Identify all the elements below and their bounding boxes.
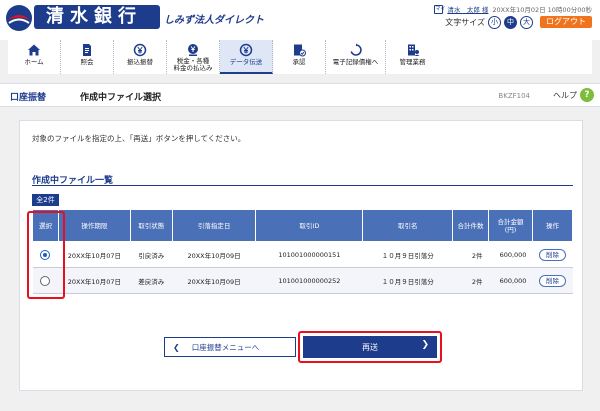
page-title: 作成中ファイル選択 <box>80 93 162 103</box>
resend-button-highlight <box>298 331 442 363</box>
user-icon: マイ <box>434 4 446 14</box>
cell-total-count: 2件 <box>452 267 489 294</box>
nav-label-electronic-claims: 電子記録債権へ <box>332 58 379 66</box>
header-status: 取引状態 <box>129 209 173 242</box>
nav-label-management: 管理業務 <box>399 58 426 66</box>
header-total-amount: 合計金額 (円) <box>488 209 533 242</box>
nav-item-electronic-claims[interactable]: 電子記録債権へ <box>326 40 386 74</box>
cell-transaction-name: １０月９日引落分 <box>362 241 453 268</box>
count-badge: 全2件 <box>32 194 59 206</box>
nav-label-tax-payment: 税金・各種 料金の払込み <box>173 57 213 72</box>
cell-transaction-name: １０月９日引落分 <box>362 267 453 294</box>
cell-status: 差戻済み <box>130 267 173 294</box>
back-button-label: 口座振替メニューへ <box>191 342 260 352</box>
nav-item-management[interactable]: 管理業務 <box>386 40 439 74</box>
font-size-switcher: 文字サイズ 小 中 大 ログアウト <box>445 15 592 29</box>
header-transaction-name: 取引名 <box>362 209 454 242</box>
font-size-label: 文字サイズ <box>445 17 485 27</box>
bank-name[interactable]: 清水銀行 <box>34 5 160 29</box>
home-icon <box>27 43 41 57</box>
user-name-link[interactable]: 清水 太郎 様 <box>447 4 488 14</box>
cell-transaction-id: 101001000000252 <box>255 267 363 294</box>
management-icon <box>406 43 420 57</box>
cell-total-amount: 600,000 <box>488 267 533 294</box>
nav-item-tax-payment[interactable]: 税金・各種 料金の払込み <box>167 40 220 74</box>
cell-debit-date: 20XX年10月09日 <box>172 241 256 268</box>
nav-label-data-transmission: データ伝送 <box>229 58 263 66</box>
nav-label-inquiry: 照会 <box>80 58 94 66</box>
user-info: マイ 清水 太郎 様 20XX年10月02日 10時00分00秒 <box>434 4 592 14</box>
nav-item-inquiry[interactable]: 照会 <box>61 40 114 74</box>
cell-deadline: 20XX年10月07日 <box>58 241 131 268</box>
delete-button[interactable]: 削除 <box>538 248 566 261</box>
font-size-large-button[interactable]: 大 <box>520 15 533 29</box>
nav-item-approval[interactable]: 承認 <box>273 40 326 74</box>
data-transmission-icon <box>239 43 253 57</box>
nav-item-home[interactable]: ホーム <box>8 40 61 74</box>
table-header-row: 選択 操作期限 取引状態 引落指定日 取引ID 取引名 合計件数 合計金額 (円… <box>32 209 574 242</box>
cell-total-count: 2件 <box>452 241 489 268</box>
section-divider <box>32 185 573 186</box>
header-debit-date: 引落指定日 <box>171 209 257 242</box>
logout-button[interactable]: ログアウト <box>540 16 592 28</box>
header-deadline: 操作期限 <box>57 209 131 242</box>
header-total-count: 合計件数 <box>452 209 489 242</box>
header-transaction-id: 取引ID <box>255 209 364 242</box>
cell-status: 引戻済み <box>130 241 173 268</box>
table-row: 20XX年10月07日 引戻済み 20XX年10月09日 10100100000… <box>32 241 573 268</box>
help-icon: ? <box>580 88 594 102</box>
delete-button[interactable]: 削除 <box>538 274 566 287</box>
global-nav: ホーム 照会 振込振替 税金・各種 料金の払込み データ伝送 承認 電子記録債権… <box>8 40 592 74</box>
screen-id: BKZF104 <box>498 92 530 100</box>
nav-item-data-transmission[interactable]: データ伝送 <box>220 40 273 74</box>
instruction-text: 対象のファイルを指定の上、「再送」ボタンを押してください。 <box>32 134 246 143</box>
document-icon <box>80 43 94 57</box>
cell-transaction-id: 101001000000151 <box>255 241 363 268</box>
nav-label-transfer: 振込振替 <box>127 58 153 66</box>
table-row: 20XX年10月07日 差戻済み 20XX年10月09日 10100100000… <box>32 267 573 294</box>
nav-item-transfer[interactable]: 振込振替 <box>114 40 167 74</box>
help-link[interactable]: ヘルプ ? <box>553 88 594 102</box>
electronic-claims-icon <box>349 43 363 57</box>
cell-debit-date: 20XX年10月09日 <box>172 267 256 294</box>
selection-column-highlight <box>27 211 65 299</box>
tax-payment-icon <box>186 43 200 57</box>
font-size-medium-button[interactable]: 中 <box>504 15 517 29</box>
chevron-left-icon: ❮ <box>173 342 180 352</box>
approval-icon <box>292 43 306 57</box>
header-operation: 操作 <box>531 209 574 242</box>
back-to-menu-button[interactable]: ❮ 口座振替メニューへ <box>164 337 296 357</box>
last-login: 20XX年10月02日 10時00分00秒 <box>492 6 592 14</box>
nav-label-home: ホーム <box>24 58 44 66</box>
help-label: ヘルプ <box>553 90 577 100</box>
yen-transfer-icon <box>133 43 147 57</box>
cell-deadline: 20XX年10月07日 <box>58 267 131 294</box>
font-size-small-button[interactable]: 小 <box>488 15 501 29</box>
page-title-bar: 口座振替 作成中ファイル選択 BKZF104 ヘルプ ? <box>0 83 600 107</box>
header: 清水銀行 しみず法人ダイレクト マイ 清水 太郎 様 20XX年10月02日 1… <box>0 0 600 40</box>
nav-label-approval: 承認 <box>292 58 306 66</box>
cell-total-amount: 600,000 <box>488 241 533 268</box>
service-name: しみず法人ダイレクト <box>164 15 264 26</box>
bank-logo-icon <box>6 5 32 31</box>
page-category: 口座振替 <box>10 93 47 103</box>
file-table: 選択 操作期限 取引状態 引落指定日 取引ID 取引名 合計件数 合計金額 (円… <box>32 209 574 294</box>
